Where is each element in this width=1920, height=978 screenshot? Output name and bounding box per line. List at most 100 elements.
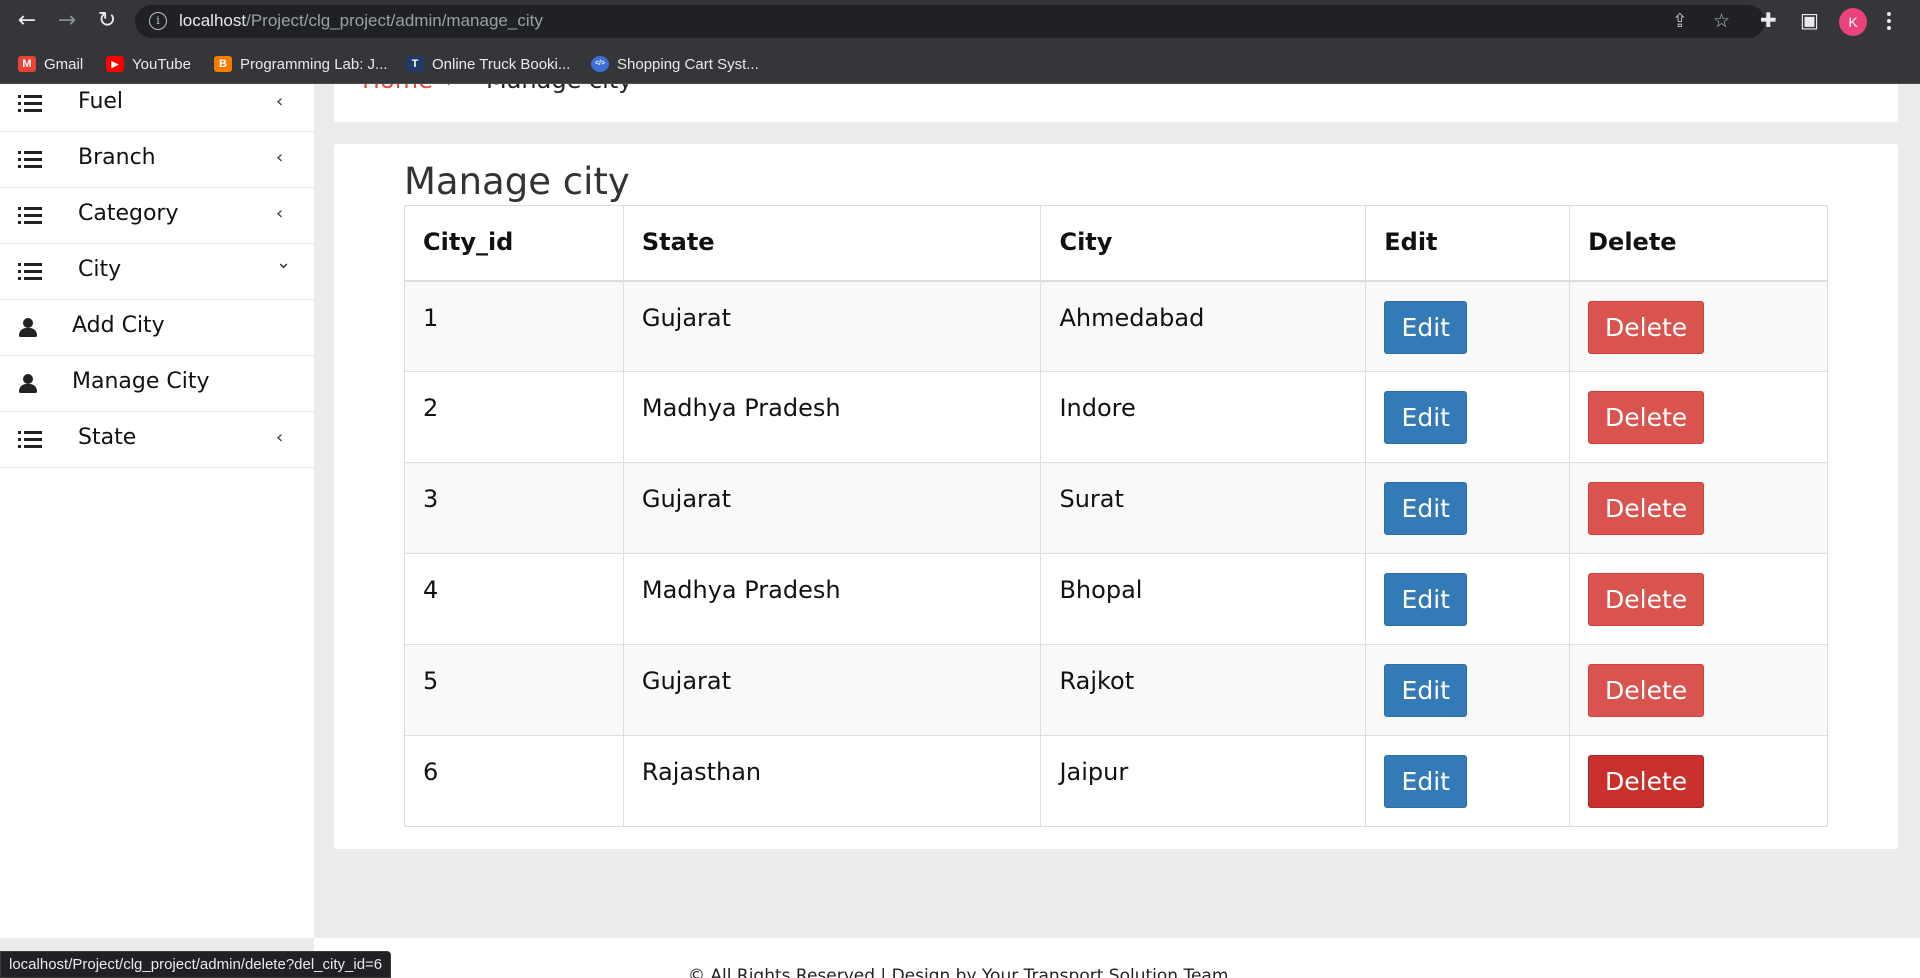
sidebar-item-label: Add City xyxy=(72,313,165,338)
extensions-puzzle-icon[interactable]: ✚ xyxy=(1760,8,1777,32)
edit-button[interactable]: Edit xyxy=(1384,664,1468,717)
share-icon[interactable]: ⇪ xyxy=(1672,10,1688,32)
delete-button[interactable]: Delete xyxy=(1588,755,1705,808)
footer-copyright: © All Rights Reserved | Design by Your T… xyxy=(688,966,1229,978)
sidebar-item-label: State xyxy=(78,425,137,450)
address-bar[interactable]: i localhost/Project/clg_project/admin/ma… xyxy=(135,5,1765,38)
edit-button[interactable]: Edit xyxy=(1384,482,1468,535)
sidebar-item-category[interactable]: Category ‹ xyxy=(0,188,314,244)
edit-button[interactable]: Edit xyxy=(1384,300,1468,354)
breadcrumb-home-link[interactable]: Home xyxy=(362,84,433,94)
table-header-row: City_id State City Edit Delete xyxy=(404,205,1828,282)
column-header-state: State xyxy=(622,205,1042,282)
bookmark-shopping-cart[interactable]: </> Shopping Cart Syst... xyxy=(591,53,759,75)
breadcrumb-current: Manage city xyxy=(486,84,632,94)
edit-button[interactable]: Edit xyxy=(1384,755,1468,808)
city-id-cell: 5 xyxy=(404,644,624,736)
reload-icon: ↻ xyxy=(97,8,117,33)
column-header-edit: Edit xyxy=(1365,205,1571,282)
table-row: 5 Gujarat Rajkot Edit Delete xyxy=(404,644,1828,736)
status-bar-url: localhost/Project/clg_project/admin/dele… xyxy=(0,951,392,978)
sidebar-item-fuel[interactable]: Fuel ‹ xyxy=(0,76,314,132)
sidebar-item-add-city[interactable]: Add City xyxy=(0,300,314,356)
sidebar-item-branch[interactable]: Branch ‹ xyxy=(0,132,314,188)
bookmark-programming-lab[interactable]: B Programming Lab: J... xyxy=(214,53,388,75)
list-icon xyxy=(18,94,42,114)
reload-button[interactable]: ↻ xyxy=(93,8,121,36)
breadcrumb: Home › Manage city xyxy=(334,84,1898,122)
edit-cell: Edit xyxy=(1365,644,1571,736)
bookmark-online-truck-booking[interactable]: T Online Truck Booki... xyxy=(406,53,570,75)
delete-cell: Delete xyxy=(1569,553,1828,645)
city-cell: Ahmedabad xyxy=(1040,280,1367,372)
forward-arrow-icon: → xyxy=(57,8,77,33)
edit-cell: Edit xyxy=(1365,462,1571,554)
back-arrow-icon: ← xyxy=(17,8,37,33)
column-header-city-id: City_id xyxy=(404,205,624,282)
bookmark-youtube[interactable]: ▶ YouTube xyxy=(106,53,191,75)
bookmark-star-icon[interactable]: ☆ xyxy=(1713,10,1730,32)
state-cell: Madhya Pradesh xyxy=(622,371,1042,463)
sidebar: Fuel ‹ Branch ‹ Category ‹ City ⌄ Add Ci… xyxy=(0,84,314,938)
table-row: 4 Madhya Pradesh Bhopal Edit Delete xyxy=(404,553,1828,645)
edit-button[interactable]: Edit xyxy=(1384,391,1468,444)
state-cell: Gujarat xyxy=(622,280,1042,372)
breadcrumb-separator-icon: › xyxy=(446,84,455,93)
column-header-city: City xyxy=(1040,205,1367,282)
gmail-icon: M xyxy=(18,56,36,72)
edit-cell: Edit xyxy=(1365,280,1571,372)
state-cell: Rajasthan xyxy=(622,735,1042,827)
state-cell: Madhya Pradesh xyxy=(622,553,1042,645)
back-button[interactable]: ← xyxy=(13,8,41,36)
chevron-left-icon: ‹ xyxy=(276,91,284,112)
list-icon xyxy=(18,262,42,282)
list-icon xyxy=(18,150,42,170)
city-cell: Surat xyxy=(1040,462,1367,554)
browser-menu-icon[interactable] xyxy=(1885,9,1893,33)
delete-button[interactable]: Delete xyxy=(1588,300,1705,354)
site-info-icon[interactable]: i xyxy=(149,12,167,30)
delete-button[interactable]: Delete xyxy=(1588,573,1705,626)
sidebar-item-label: Branch xyxy=(78,145,156,170)
forward-button[interactable]: → xyxy=(53,8,81,36)
edit-cell: Edit xyxy=(1365,735,1571,827)
chevron-left-icon: ‹ xyxy=(276,427,284,448)
delete-button[interactable]: Delete xyxy=(1588,391,1705,444)
table-row: 2 Madhya Pradesh Indore Edit Delete xyxy=(404,371,1828,463)
city-cell: Bhopal xyxy=(1040,553,1367,645)
delete-cell: Delete xyxy=(1569,735,1828,827)
chevron-left-icon: ‹ xyxy=(276,203,284,224)
city-id-cell: 4 xyxy=(404,553,624,645)
page-footer: © All Rights Reserved | Design by Your T… xyxy=(314,938,1920,978)
youtube-icon: ▶ xyxy=(106,56,124,72)
user-icon xyxy=(18,318,38,338)
city-cell: Jaipur xyxy=(1040,735,1367,827)
edit-button[interactable]: Edit xyxy=(1384,573,1468,626)
sidebar-item-label: City xyxy=(78,257,122,282)
edit-cell: Edit xyxy=(1365,371,1571,463)
bookmark-gmail[interactable]: M Gmail xyxy=(18,53,83,75)
sidebar-item-state[interactable]: State ‹ xyxy=(0,412,314,468)
delete-cell: Delete xyxy=(1569,462,1828,554)
user-icon xyxy=(18,374,38,394)
sidebar-item-label: Category xyxy=(78,201,179,226)
table-row: 1 Gujarat Ahmedabad Edit Delete xyxy=(404,280,1828,372)
table-row: 3 Gujarat Surat Edit Delete xyxy=(404,462,1828,554)
delete-button[interactable]: Delete xyxy=(1588,482,1705,535)
city-id-cell: 3 xyxy=(404,462,624,554)
table-row: 6 Rajasthan Jaipur Edit Delete xyxy=(404,735,1828,827)
sidebar-item-label: Fuel xyxy=(78,89,124,114)
city-id-cell: 6 xyxy=(404,735,624,827)
delete-cell: Delete xyxy=(1569,644,1828,736)
side-panel-icon[interactable]: ▣ xyxy=(1800,8,1819,32)
sidebar-item-label: Manage City xyxy=(72,369,210,394)
address-bar-url[interactable]: localhost/Project/clg_project/admin/mana… xyxy=(179,11,543,31)
delete-button[interactable]: Delete xyxy=(1588,664,1705,717)
city-id-cell: 1 xyxy=(404,280,624,372)
city-cell: Indore xyxy=(1040,371,1367,463)
state-cell: Gujarat xyxy=(622,644,1042,736)
delete-cell: Delete xyxy=(1569,371,1828,463)
sidebar-item-city[interactable]: City ⌄ xyxy=(0,244,314,300)
profile-avatar[interactable]: K xyxy=(1839,8,1867,36)
sidebar-item-manage-city[interactable]: Manage City xyxy=(0,356,314,412)
